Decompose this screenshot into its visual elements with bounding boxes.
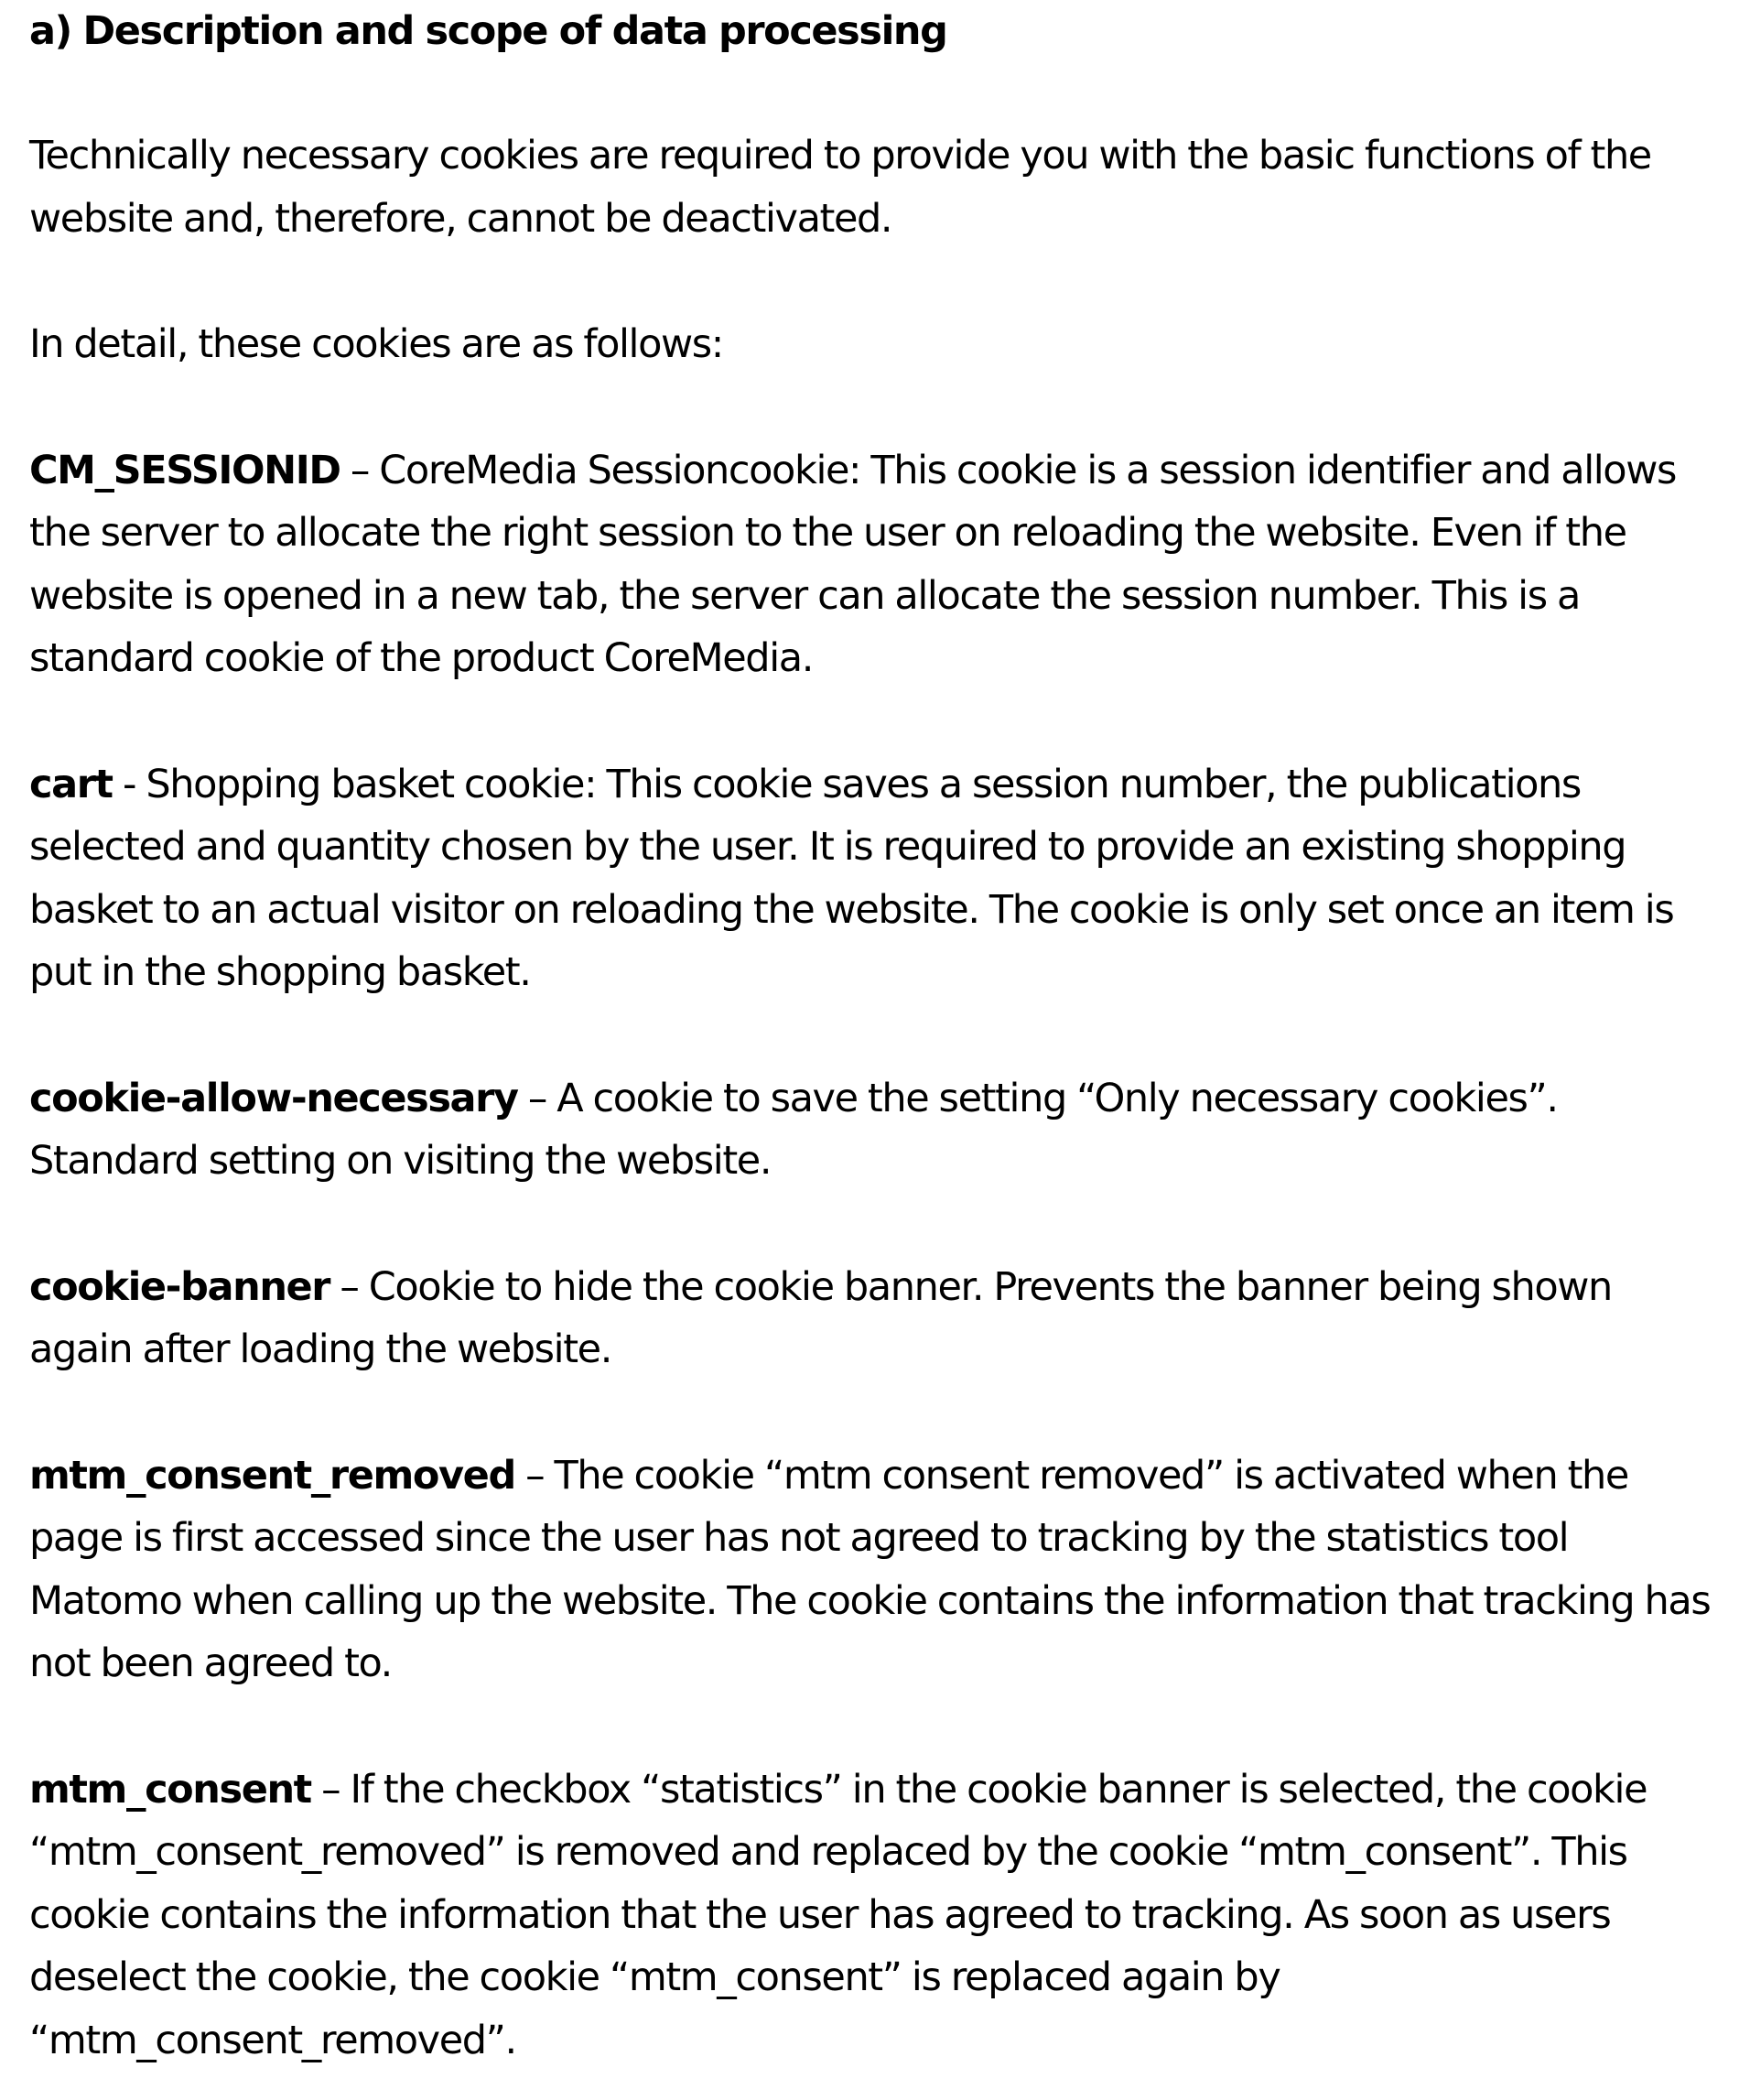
cookie-separator: – bbox=[514, 1452, 555, 1499]
cookie-separator: – bbox=[340, 447, 380, 493]
intro-paragraph: Technically necessary cookies are requir… bbox=[29, 133, 1652, 242]
privacy-policy-section: a) Description and scope of data process… bbox=[29, 0, 1713, 2072]
cookie-separator: – bbox=[517, 1075, 557, 1121]
section-heading: a) Description and scope of data process… bbox=[29, 8, 948, 54]
cookie-separator: - bbox=[112, 761, 146, 807]
cookie-entry-cart: cart - Shopping basket cookie: This cook… bbox=[29, 753, 1713, 1004]
cookie-entry-mtm-consent-removed: mtm_consent_removed – The cookie “mtm co… bbox=[29, 1445, 1713, 1695]
cookie-name: mtm_consent bbox=[29, 1766, 312, 1813]
lead-in-paragraph: In detail, these cookies are as follows: bbox=[29, 321, 724, 367]
cookie-name: cookie-allow-necessary bbox=[29, 1075, 519, 1121]
cookie-name: cookie-banner bbox=[29, 1263, 331, 1310]
cookie-name: CM_SESSIONID bbox=[29, 447, 341, 493]
cookie-description: Shopping basket cookie: This cookie save… bbox=[29, 761, 1675, 996]
cookie-entry-cm-sessionid: CM_SESSIONID – CoreMedia Sessioncookie: … bbox=[29, 439, 1713, 690]
cookie-entry-mtm-consent: mtm_consent – If the checkbox “statistic… bbox=[29, 1759, 1713, 2073]
cookie-name: cart bbox=[29, 761, 113, 807]
cookie-name: mtm_consent_removed bbox=[29, 1452, 516, 1499]
cookie-separator: – bbox=[310, 1766, 351, 1813]
cookie-separator: – bbox=[329, 1263, 369, 1310]
cookie-entry-cookie-allow-necessary: cookie-allow-necessary – A cookie to sav… bbox=[29, 1067, 1713, 1193]
cookie-entry-cookie-banner: cookie-banner – Cookie to hide the cooki… bbox=[29, 1256, 1713, 1381]
